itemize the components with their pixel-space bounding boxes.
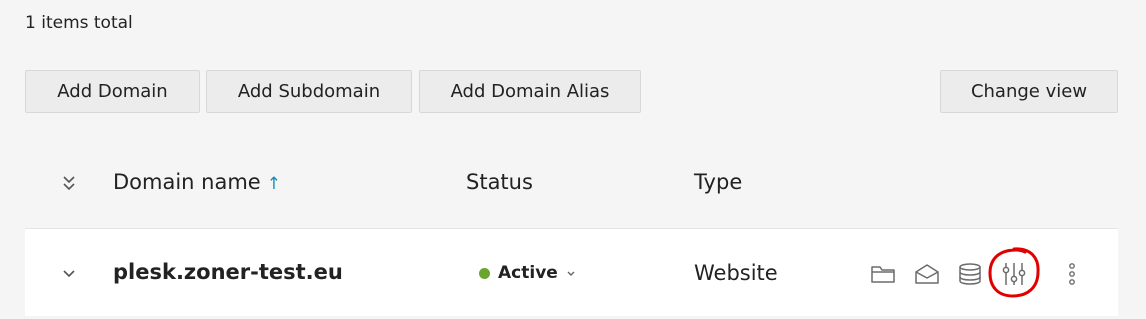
highlight-circle-annotation <box>988 247 1040 298</box>
column-header-domain-name-label: Domain name <box>113 170 261 194</box>
chevron-down-icon <box>566 263 576 283</box>
column-header-type: Type <box>694 170 743 194</box>
expand-row-icon[interactable] <box>61 265 77 278</box>
more-options-icon[interactable] <box>1057 259 1087 289</box>
database-icon[interactable] <box>955 259 985 289</box>
mail-icon[interactable] <box>912 259 942 289</box>
add-domain-alias-button[interactable]: Add Domain Alias <box>419 70 641 113</box>
column-header-domain-name[interactable]: Domain name ↑ <box>113 170 281 194</box>
table-header: Domain name ↑ Status Type <box>25 155 1118 215</box>
column-header-status: Status <box>466 170 533 194</box>
domain-name-link[interactable]: plesk.zoner-test.eu <box>113 260 343 284</box>
add-subdomain-button[interactable]: Add Subdomain <box>206 70 412 113</box>
add-domain-button[interactable]: Add Domain <box>25 70 200 113</box>
folder-icon[interactable] <box>868 259 898 289</box>
table-row: plesk.zoner-test.eu Active Website <box>25 228 1118 316</box>
items-total-label: 1 items total <box>25 13 133 33</box>
status-dropdown[interactable]: Active <box>479 263 576 283</box>
change-view-button[interactable]: Change view <box>940 70 1118 113</box>
status-active-dot <box>479 267 490 279</box>
sort-ascending-icon: ↑ <box>266 174 281 194</box>
expand-all-icon[interactable] <box>61 174 77 192</box>
status-label: Active <box>498 263 558 283</box>
domain-type: Website <box>694 261 778 285</box>
